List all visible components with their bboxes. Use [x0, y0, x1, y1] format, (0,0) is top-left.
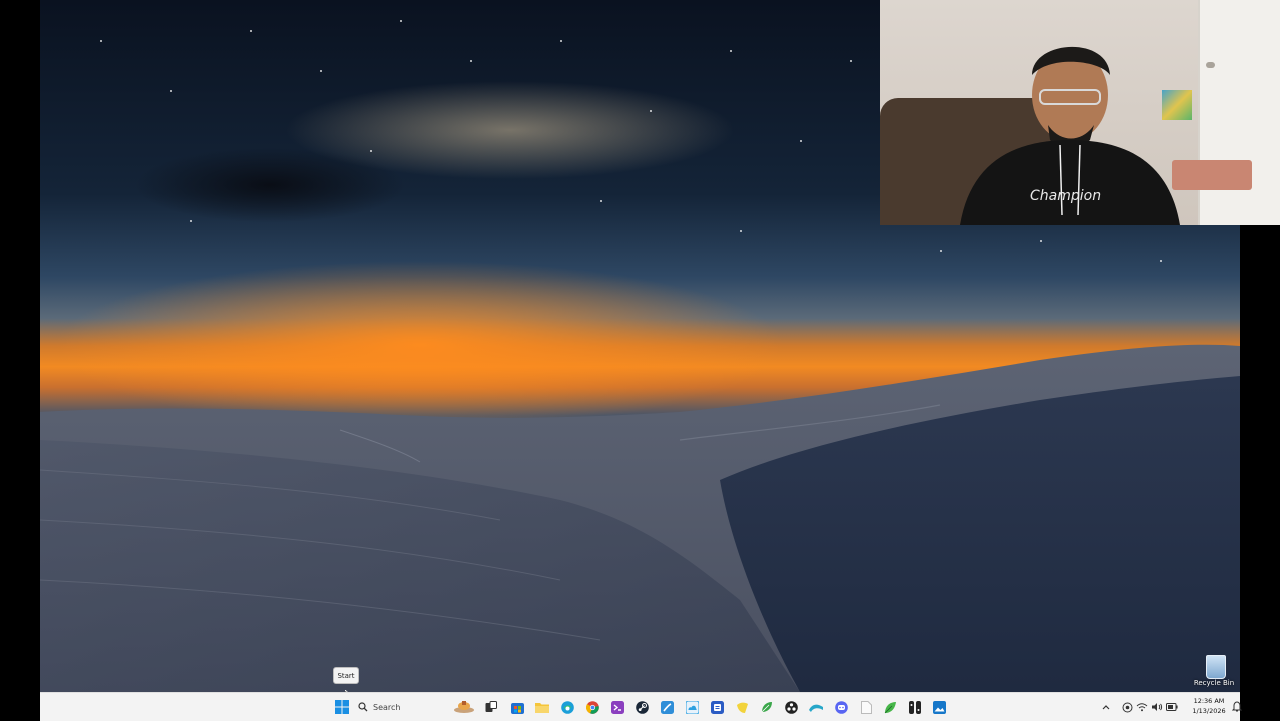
app-discord[interactable] — [832, 698, 850, 716]
switch-icon — [909, 700, 921, 714]
clock-time: 12:36 AM — [1193, 697, 1225, 705]
app-chrome[interactable] — [583, 698, 601, 716]
app-document[interactable] — [857, 698, 875, 716]
svg-text:Champion: Champion — [1030, 188, 1101, 204]
paint-icon — [660, 700, 674, 714]
cloud-app-icon — [685, 700, 699, 714]
notes-app-icon — [710, 700, 724, 714]
system-tray — [1100, 698, 1181, 716]
edge-icon — [560, 700, 574, 714]
discord-icon — [834, 700, 848, 714]
wifi-icon[interactable] — [1136, 701, 1148, 713]
search-placeholder: Search — [373, 702, 401, 712]
photos-icon — [932, 700, 946, 714]
store-icon — [510, 702, 524, 714]
start-tooltip: Start — [333, 667, 359, 684]
search-icon — [358, 702, 368, 712]
taskbar: Search 12:36 AM 1/13/2026 — [40, 692, 1242, 721]
windows-logo-icon — [335, 700, 349, 714]
steam-icon — [635, 700, 649, 714]
volume-icon[interactable] — [1151, 701, 1163, 713]
clock[interactable]: 12:36 AM 1/13/2026 — [1187, 696, 1231, 716]
app-wave[interactable] — [807, 698, 825, 716]
task-view-icon — [485, 701, 497, 712]
security-icon[interactable] — [1121, 701, 1133, 713]
app-cloud[interactable] — [683, 698, 701, 716]
leaf-icon — [761, 701, 772, 712]
webcam-overlay: Champion — [880, 0, 1280, 225]
wave-icon — [809, 704, 823, 712]
sticky-notes-icon — [736, 702, 748, 713]
chrome-icon — [585, 700, 599, 714]
widgets-button[interactable] — [452, 698, 476, 716]
notification-bell-icon[interactable] — [1232, 701, 1242, 712]
app-steam[interactable] — [633, 698, 651, 716]
person-in-webcam: Champion — [960, 46, 1180, 225]
app-store[interactable] — [508, 698, 526, 716]
recycle-bin-icon — [1206, 655, 1226, 679]
taskbar-search[interactable]: Search — [358, 698, 448, 716]
app-edge[interactable] — [558, 698, 576, 716]
start-button[interactable] — [333, 698, 351, 716]
obs-icon — [784, 700, 798, 714]
app-notes[interactable] — [708, 698, 726, 716]
task-view-button[interactable] — [482, 698, 500, 716]
app-leaf[interactable] — [757, 698, 775, 716]
recycle-bin-label: Recycle Bin — [1193, 679, 1235, 687]
document-icon — [860, 700, 872, 714]
clock-date: 1/13/2026 — [1192, 707, 1226, 715]
app-visual-studio[interactable] — [608, 698, 626, 716]
green-leaf-icon — [884, 701, 896, 713]
app-photos[interactable] — [930, 698, 948, 716]
app-paint[interactable] — [658, 698, 676, 716]
chevron-up-icon[interactable] — [1100, 701, 1112, 713]
app-switch[interactable] — [906, 698, 924, 716]
visual-studio-icon — [610, 700, 624, 714]
door — [1198, 0, 1280, 225]
app-file-explorer[interactable] — [533, 698, 551, 716]
recycle-bin-shortcut[interactable]: Recycle Bin — [1194, 655, 1236, 692]
weather-widget-icon — [454, 701, 474, 713]
app-obs[interactable] — [782, 698, 800, 716]
door-knob — [1206, 62, 1215, 68]
folder-icon — [535, 703, 549, 713]
battery-icon[interactable] — [1166, 701, 1178, 713]
app-sticky-notes[interactable] — [733, 698, 751, 716]
app-green-leaf[interactable] — [881, 698, 899, 716]
